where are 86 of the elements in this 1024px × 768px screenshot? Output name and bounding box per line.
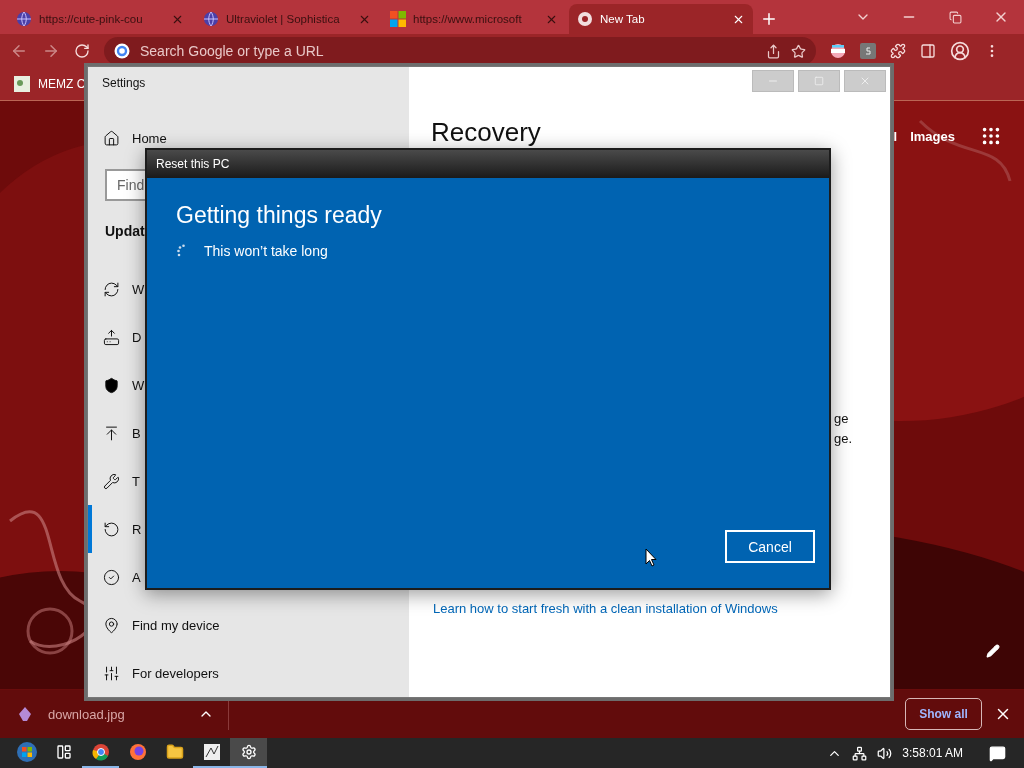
- flag-icon[interactable]: [830, 43, 846, 59]
- google-icon: [114, 43, 130, 59]
- upload-drive-icon: [103, 329, 120, 347]
- search-placeholder: Find: [117, 176, 145, 193]
- address-placeholder: Search Google or type a URL: [140, 43, 325, 59]
- side-panel-icon[interactable]: [920, 43, 936, 59]
- chrome-icon: [91, 743, 110, 761]
- download-filename[interactable]: download.jpg: [48, 706, 198, 722]
- bookmark-link[interactable]: MEMZ C: [38, 77, 86, 91]
- dialog-heading: Getting things ready: [176, 202, 383, 229]
- page-heading: Recovery: [431, 117, 542, 147]
- globe-icon: [16, 11, 32, 27]
- page-link[interactable]: Images: [910, 128, 955, 144]
- nav-label: W: [132, 378, 145, 394]
- volume-icon[interactable]: [877, 745, 893, 761]
- nav-label: T: [132, 473, 140, 489]
- show-all-button[interactable]: Show all: [905, 698, 982, 730]
- sync-icon: [103, 281, 120, 299]
- tab-title: New Tab: [600, 13, 646, 25]
- home-label: Home: [132, 131, 167, 147]
- back-icon[interactable]: [10, 42, 28, 60]
- apps-grid-icon[interactable]: [980, 125, 1002, 147]
- upload-arrow-icon: [103, 424, 120, 442]
- task-view-icon: [55, 744, 72, 760]
- cancel-button[interactable]: Cancel: [725, 530, 815, 563]
- clean-install-link[interactable]: Learn how to start fresh with a clean installation of Windows: [433, 601, 890, 616]
- nav-label: D: [132, 330, 142, 346]
- nav-item[interactable]: A: [88, 553, 409, 602]
- address-bar[interactable]: Search Google or type a URL: [104, 37, 816, 65]
- windows-logo-icon: [15, 741, 38, 763]
- page-link[interactable]: l: [893, 128, 898, 144]
- nav-item[interactable]: W: [88, 361, 409, 410]
- notifications-icon[interactable]: [989, 744, 1006, 762]
- new-tab-icon[interactable]: [760, 10, 778, 28]
- status-text: This won’t take long: [204, 243, 328, 259]
- firefox-icon: [128, 743, 147, 761]
- forward-icon[interactable]: [42, 42, 60, 60]
- nav-item[interactable]: D: [88, 313, 409, 362]
- taskbar-app[interactable]: [230, 738, 267, 768]
- profile-icon[interactable]: [950, 41, 970, 61]
- nav-label: B: [132, 425, 141, 441]
- nav-item[interactable]: W: [88, 265, 409, 314]
- sliders-icon: [103, 664, 120, 682]
- description-text: ge.: [834, 430, 854, 448]
- tab-title: https://www.microsoft: [413, 13, 523, 25]
- nav-item[interactable]: Find my device: [88, 601, 409, 650]
- nav-label: For developers: [132, 665, 219, 681]
- puzzle-icon[interactable]: [890, 43, 906, 59]
- check-circle-icon: [103, 568, 120, 586]
- tab-title: Ultraviolet | Sophistica: [226, 13, 341, 25]
- location-pin-icon: [103, 616, 120, 634]
- globe-icon: [203, 11, 219, 27]
- share-icon[interactable]: [766, 43, 781, 59]
- app-icon: [202, 743, 221, 761]
- nav-label: R: [132, 521, 142, 537]
- settings-icon: [240, 744, 257, 760]
- reload-icon[interactable]: [74, 43, 90, 59]
- cursor-icon: [645, 548, 657, 567]
- section-heading: Updat: [104, 221, 145, 241]
- home-icon: [103, 130, 120, 148]
- nav-item[interactable]: T: [88, 457, 409, 506]
- chrome-icon: [577, 11, 593, 27]
- close-icon: [859, 75, 871, 87]
- description-text: ge: [834, 410, 850, 428]
- clock[interactable]: 3:58:01 AM: [902, 746, 963, 760]
- star-icon[interactable]: [791, 43, 806, 59]
- nav-item[interactable]: B: [88, 409, 409, 458]
- restore-icon: [103, 520, 120, 538]
- dialog-title: Reset this PC: [147, 150, 829, 178]
- network-icon[interactable]: [852, 745, 868, 761]
- window-title: Settings: [101, 74, 147, 92]
- folder-icon: [165, 743, 184, 761]
- nav-item[interactable]: For developers: [88, 649, 409, 697]
- file-icon: [18, 706, 32, 722]
- nav-label: A: [132, 569, 141, 585]
- wrench-icon: [103, 472, 120, 490]
- pencil-icon[interactable]: [986, 644, 1000, 658]
- tab-title: https://cute-pink-cou: [39, 13, 144, 25]
- bookmark-favicon-icon: [14, 76, 30, 92]
- restore-icon[interactable]: [948, 10, 962, 24]
- nav-label: W: [132, 282, 145, 298]
- maximize-icon: [814, 76, 824, 86]
- browser-tab[interactable]: New Tab: [569, 4, 753, 34]
- shield-icon: [103, 377, 120, 395]
- windows-logo-icon: [390, 11, 406, 27]
- nav-label: Find my device: [132, 617, 220, 633]
